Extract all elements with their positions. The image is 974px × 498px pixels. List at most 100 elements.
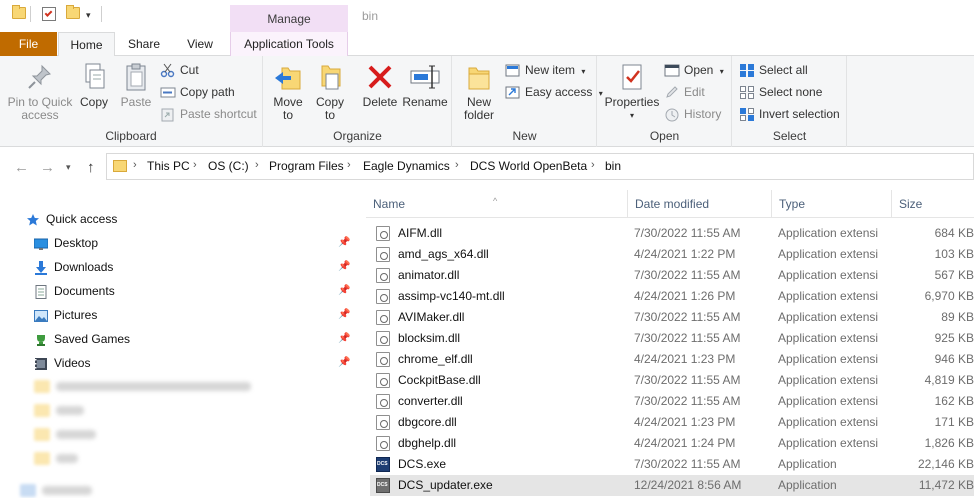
pin-icon[interactable]: 📌 [338,309,350,320]
file-name: blocksim.dll [398,331,461,345]
window-title: bin [362,9,379,23]
paste-shortcut-button[interactable]: Paste shortcut [158,105,257,125]
tab-home[interactable]: Home [58,32,115,57]
forward-arrow-icon[interactable]: → [40,159,55,176]
pin-icon[interactable]: 📌 [338,333,350,344]
copy-to-button[interactable]: Copy to [310,62,350,122]
chevron-right-icon[interactable]: › [591,159,595,171]
table-row[interactable]: dbghelp.dll 4/24/2021 1:24 PM Application … [370,433,974,454]
breadcrumb-os-c[interactable]: OS (C:) [208,159,249,173]
breadcrumb-eagle-dynamics[interactable]: Eagle Dynamics [363,159,450,173]
table-row[interactable]: dbgcore.dll 4/24/2021 1:23 PM Application … [370,412,974,433]
file-name: chrome_elf.dll [398,352,473,366]
nav-item-desktop[interactable]: Desktop [33,232,98,254]
table-row[interactable]: assimp-vc140-mt.dll 4/24/2021 1:26 PM Appl… [370,286,974,307]
copy-path-icon [160,85,176,100]
file-name: AVIMaker.dll [398,310,465,324]
breadcrumb-program-files[interactable]: Program Files [269,159,344,173]
column-type[interactable]: Type [772,190,892,218]
select-none-button[interactable]: Select none [737,83,822,103]
new-item-button[interactable]: New item ▾ [503,61,585,81]
table-row[interactable]: DCS.exe 7/30/2022 11:55 AM Application 22,1… [370,454,974,475]
address-bar[interactable]: › This PC › OS (C:) › Program Files › Ea… [106,153,974,180]
invert-selection-button[interactable]: Invert selection [737,105,840,125]
select-all-button[interactable]: Select all [737,61,808,81]
dll-file-icon [376,436,390,451]
nav-item-saved-games[interactable]: Saved Games [34,328,130,350]
file-size: 171 KB [934,415,974,429]
new-folder-button[interactable]: New folder [457,62,501,122]
table-row[interactable]: DCS_updater.exe 12/24/2021 8:56 AM Applica… [370,475,974,496]
select-all-icon [739,63,755,78]
clipboard-group-label: Clipboard [105,129,157,143]
pin-icon[interactable]: 📌 [338,357,350,368]
dll-file-icon [376,247,390,262]
copy-button[interactable]: Copy [76,62,112,109]
quick-access-item[interactable]: Quick access [26,208,117,230]
file-size: 103 KB [934,247,974,261]
column-name[interactable]: ^ Name [366,190,628,218]
breadcrumb-bin[interactable]: bin [605,159,621,173]
back-arrow-icon[interactable]: ← [14,159,29,176]
file-name: DCS_updater.exe [398,478,493,492]
file-name: dbghelp.dll [398,436,457,450]
organize-group-label: Organize [333,129,382,143]
table-row[interactable]: chrome_elf.dll 4/24/2021 1:23 PM Applicati… [370,349,974,370]
tab-file[interactable]: File [0,32,57,56]
properties-button[interactable]: Properties ▾ [602,62,662,122]
chevron-right-icon[interactable]: › [347,159,351,171]
history-button[interactable]: History [662,105,721,125]
pin-icon[interactable]: 📌 [338,285,350,296]
chevron-right-icon[interactable]: › [255,159,259,171]
table-row[interactable]: AVIMaker.dll 7/30/2022 11:55 AM Applicatio… [370,307,974,328]
column-size[interactable]: Size [892,190,974,218]
chevron-right-icon[interactable]: › [455,159,459,171]
edit-icon [664,85,680,100]
pin-icon[interactable]: 📌 [338,237,350,248]
rename-button[interactable]: Rename [402,62,448,109]
breadcrumb-dcs-world-openbeta[interactable]: DCS World OpenBeta [470,159,587,173]
column-date-modified[interactable]: Date modified [628,190,772,218]
tab-application-tools[interactable]: Application Tools [230,32,348,56]
table-row[interactable]: AIFM.dll 7/30/2022 11:55 AM Application ex… [370,223,974,244]
move-to-button[interactable]: Move to [268,62,308,122]
copy-path-button[interactable]: Copy path [158,83,235,103]
chevron-right-icon[interactable]: › [193,159,197,171]
open-button[interactable]: Open ▾ [662,61,724,81]
invert-selection-icon [739,107,755,122]
file-type: Application extension [778,289,878,303]
pin-icon[interactable]: 📌 [338,261,350,272]
file-date-modified: 4/24/2021 1:24 PM [634,436,736,450]
delete-button[interactable]: Delete [360,62,400,109]
file-size: 89 KB [941,310,974,324]
file-size: 684 KB [934,226,974,240]
up-arrow-icon[interactable]: ↑ [87,159,95,176]
cut-button[interactable]: Cut [158,61,199,81]
table-row[interactable]: CockpitBase.dll 7/30/2022 11:55 AM Applica… [370,370,974,391]
table-row[interactable]: amd_ags_x64.dll 4/24/2021 1:22 PM Applicat… [370,244,974,265]
properties-qat-icon[interactable] [42,7,56,21]
edit-button[interactable]: Edit [662,83,705,103]
pin-quick-access-button[interactable]: Pin to Quick access [4,62,76,122]
file-size: 1,826 KB [924,436,974,450]
chevron-right-icon[interactable]: › [133,159,137,171]
tab-share[interactable]: Share [122,32,166,56]
nav-item-downloads[interactable]: Downloads [34,256,113,278]
nav-item-documents[interactable]: Documents [34,280,115,302]
recent-locations-icon[interactable]: ▾ [66,162,71,173]
easy-access-button[interactable]: Easy access ▾ [503,83,603,103]
new-folder-qat-icon[interactable] [66,5,80,19]
nav-item-videos[interactable]: Videos [34,352,90,374]
breadcrumb-this-pc[interactable]: This PC [147,159,190,173]
new-group: New folder New item ▾ Easy access ▾ New [453,56,603,147]
table-row[interactable]: converter.dll 7/30/2022 11:55 AM Applicati… [370,391,974,412]
nav-item-pictures[interactable]: Pictures [34,304,97,326]
separator [30,6,31,22]
tab-view[interactable]: View [178,32,222,56]
scissors-icon [160,63,176,78]
dropdown-arrow-icon: ▾ [629,111,634,120]
table-row[interactable]: blocksim.dll 7/30/2022 11:55 AM Applicatio… [370,328,974,349]
table-row[interactable]: animator.dll 7/30/2022 11:55 AM Applicatio… [370,265,974,286]
qat-customize-icon[interactable]: ▾ [86,10,91,21]
paste-button[interactable]: Paste [116,62,156,109]
